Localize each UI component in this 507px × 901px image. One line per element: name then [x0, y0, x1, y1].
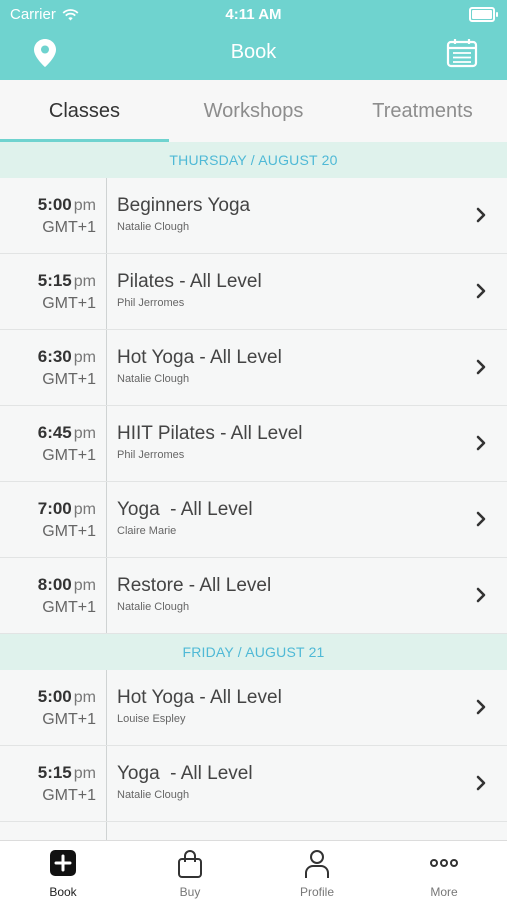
tabbar-more[interactable]: More — [381, 841, 507, 901]
class-teacher: Natalie Clough — [117, 373, 190, 385]
class-name: Restore - All Level — [117, 575, 272, 596]
class-timezone: GMT+1 — [42, 371, 96, 388]
person-icon — [304, 849, 330, 884]
chevron-right-icon — [476, 775, 486, 791]
class-name: Hot Yoga - All Level — [117, 347, 282, 368]
class-time: 6:45 pm — [37, 423, 96, 442]
time-column: 6:45 pm GMT+1 — [0, 406, 107, 481]
class-row[interactable]: 6:30 pm GMT+1 Hot Yoga - All Level Natali… — [0, 330, 507, 406]
plus-square-icon — [49, 849, 77, 882]
class-row[interactable]: 8:00 pm GMT+1 Restore - All Level Natalie… — [0, 558, 507, 634]
time-column: 7:00 pm GMT+1 — [0, 482, 107, 557]
calendar-icon[interactable] — [446, 38, 478, 73]
class-row[interactable]: 5:15 pm GMT+1 Yoga - All Level Natalie Cl… — [0, 746, 507, 822]
chevron-right-icon — [476, 207, 486, 223]
class-timezone: GMT+1 — [42, 787, 96, 804]
category-tabs: Classes Workshops Treatments — [0, 80, 507, 142]
class-name: HIIT Pilates - All Level — [117, 423, 303, 444]
page-title: Book — [230, 41, 277, 63]
tabbar-label: Buy — [179, 885, 201, 899]
time-column: 5:15 pm GMT+1 — [0, 746, 107, 821]
class-time: 5:15 pm — [37, 763, 96, 782]
class-timezone: GMT+1 — [42, 447, 96, 464]
class-timezone: GMT+1 — [42, 219, 96, 236]
class-time: 5:00 pm — [37, 195, 96, 214]
class-name: Beginners Yoga — [117, 195, 251, 216]
tabbar-book[interactable]: Book — [0, 841, 126, 901]
tabbar-profile[interactable]: Profile — [254, 841, 380, 901]
chevron-right-icon — [476, 511, 486, 527]
class-teacher: Louise Espley — [117, 713, 186, 725]
class-time: 8:00 pm — [37, 575, 96, 594]
chevron-right-icon — [476, 699, 486, 715]
class-row[interactable]: 5:00 pm GMT+1 Hot Yoga - All Level Louise… — [0, 670, 507, 746]
more-dots-icon — [429, 855, 459, 873]
time-column — [0, 822, 107, 840]
class-teacher: Natalie Clough — [117, 601, 190, 613]
class-row-partial — [0, 822, 507, 840]
class-teacher: Natalie Clough — [117, 789, 190, 801]
status-time: 4:11 AM — [225, 6, 282, 23]
class-teacher: Phil Jerromes — [117, 297, 185, 309]
time-column: 6:30 pm GMT+1 — [0, 330, 107, 405]
day-header: THURSDAY / AUGUST 20 — [0, 142, 507, 178]
class-name: Pilates - All Level — [117, 271, 262, 292]
battery-icon — [469, 7, 498, 22]
class-teacher: Phil Jerromes — [117, 449, 185, 461]
class-teacher: Claire Marie — [117, 525, 177, 537]
class-name: Hot Yoga - All Level — [117, 687, 282, 708]
tabbar-buy[interactable]: Buy — [127, 841, 253, 901]
time-column: 5:00 pm GMT+1 — [0, 178, 107, 253]
class-row[interactable]: 5:15 pm GMT+1 Pilates - All Level Phil Je… — [0, 254, 507, 330]
day-header: FRIDAY / AUGUST 21 — [0, 634, 507, 670]
class-timezone: GMT+1 — [42, 523, 96, 540]
class-timezone: GMT+1 — [42, 711, 96, 728]
class-time: 7:00 pm — [37, 499, 96, 518]
chevron-right-icon — [476, 587, 486, 603]
chevron-right-icon — [476, 435, 486, 451]
tabbar-label: Profile — [299, 885, 334, 899]
class-teacher: Natalie Clough — [117, 221, 190, 233]
tab-classes[interactable]: Classes — [0, 80, 169, 142]
top-bar: Carrier 4:11 AM Book — [0, 0, 507, 80]
chevron-right-icon — [476, 359, 486, 375]
class-name: Yoga - All Level — [117, 763, 253, 784]
tabbar-label: More — [430, 885, 458, 899]
class-time: 6:30 pm — [37, 347, 96, 366]
tab-treatments[interactable]: Treatments — [338, 80, 507, 142]
class-row[interactable]: 6:45 pm GMT+1 HIIT Pilates - All Level Ph… — [0, 406, 507, 482]
class-name: Yoga - All Level — [117, 499, 253, 520]
tab-workshops[interactable]: Workshops — [169, 80, 338, 142]
bottom-tab-bar: Book Buy Profile More — [0, 840, 507, 901]
class-time: 5:15 pm — [37, 271, 96, 290]
time-column: 8:00 pm GMT+1 — [0, 558, 107, 633]
tabbar-label: Book — [49, 885, 77, 899]
class-timezone: GMT+1 — [42, 599, 96, 616]
class-row[interactable]: 7:00 pm GMT+1 Yoga - All Level Claire Mar… — [0, 482, 507, 558]
chevron-right-icon — [476, 283, 486, 299]
class-time: 5:00 pm — [37, 687, 96, 706]
time-column: 5:00 pm GMT+1 — [0, 670, 107, 745]
class-row[interactable]: 5:00 pm GMT+1 Beginners Yoga Natalie Clou… — [0, 178, 507, 254]
shopping-bag-icon — [177, 849, 203, 884]
class-timezone: GMT+1 — [42, 295, 96, 312]
time-column: 5:15 pm GMT+1 — [0, 254, 107, 329]
